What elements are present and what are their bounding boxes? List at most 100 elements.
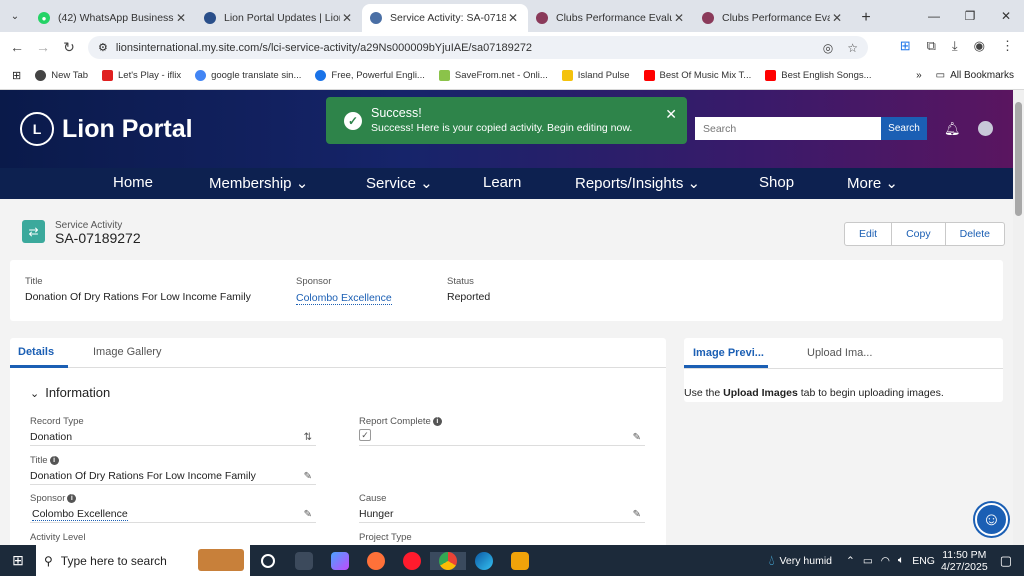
clock-time: 11:50 PM bbox=[942, 548, 987, 561]
pencil-icon[interactable]: ✎ bbox=[304, 471, 312, 482]
close-icon[interactable]: ✕ bbox=[506, 11, 520, 25]
sponsor-link[interactable]: Colombo Excellence bbox=[32, 508, 128, 521]
bookmark-label: SaveFrom.net - Onli... bbox=[454, 70, 548, 81]
weather-text[interactable]: Very humid bbox=[779, 555, 832, 567]
wifi-icon[interactable]: ◠ bbox=[881, 555, 890, 567]
sponsor-link[interactable]: Colombo Excellence bbox=[296, 292, 392, 305]
translate-icon[interactable]: ⊞ bbox=[900, 38, 911, 54]
bookmark-item[interactable]: Free, Powerful Engli... bbox=[315, 70, 425, 81]
windows-start-icon[interactable]: ⊞ bbox=[0, 552, 36, 569]
close-window-icon[interactable]: ✕ bbox=[988, 0, 1024, 32]
restore-icon[interactable]: ❐ bbox=[952, 0, 988, 32]
info-icon[interactable]: i bbox=[432, 417, 442, 426]
download-icon[interactable]: ⤓ bbox=[952, 38, 958, 54]
nav-shop[interactable]: Shop bbox=[759, 174, 794, 191]
eye-off-icon[interactable]: ◎ bbox=[823, 41, 833, 55]
reload-icon[interactable]: ↻ bbox=[56, 39, 82, 56]
field-label: Cause bbox=[359, 493, 387, 504]
tab-image-gallery[interactable]: Image Gallery bbox=[93, 346, 161, 358]
change-record-type-icon[interactable]: ⇅ bbox=[304, 432, 312, 443]
taskbar-search[interactable]: ⚲ Type here to search bbox=[36, 545, 250, 576]
pencil-icon[interactable]: ✎ bbox=[633, 509, 641, 520]
forward-icon[interactable]: → bbox=[30, 39, 56, 55]
edit-button[interactable]: Edit bbox=[845, 223, 893, 245]
nav-service[interactable]: Service ⌄ bbox=[366, 174, 433, 192]
nav-more[interactable]: More ⌄ bbox=[847, 174, 898, 192]
copy-button[interactable]: Copy bbox=[892, 223, 946, 245]
nav-home[interactable]: Home bbox=[113, 174, 153, 191]
menu-icon[interactable]: ⋮ bbox=[1001, 38, 1014, 54]
close-icon[interactable]: ✕ bbox=[830, 11, 844, 25]
clock[interactable]: 11:50 PM 4/27/2025 bbox=[941, 549, 988, 573]
browser-tab[interactable]: Clubs Performance Evaluatio✕ bbox=[694, 4, 852, 32]
search-input[interactable] bbox=[695, 117, 881, 140]
tab-image-preview[interactable]: Image Previ... bbox=[693, 347, 764, 359]
portal-logo[interactable]: L Lion Portal bbox=[20, 112, 193, 146]
success-check-icon: ✓ bbox=[344, 112, 362, 130]
extensions-icon[interactable]: ⧉ bbox=[927, 38, 936, 54]
site-icon bbox=[315, 70, 327, 81]
accessibility-icon[interactable]: ☺ bbox=[975, 503, 1008, 536]
store-icon[interactable] bbox=[502, 551, 538, 570]
info-icon[interactable]: i bbox=[49, 456, 59, 465]
tray-arrow-icon[interactable]: ⌃ bbox=[846, 555, 855, 567]
nav-learn[interactable]: Learn bbox=[483, 174, 521, 191]
search-button[interactable]: Search bbox=[881, 117, 927, 140]
more-bookmarks-icon[interactable]: » bbox=[916, 70, 922, 81]
site-info-icon[interactable]: ⚙ bbox=[98, 41, 108, 54]
copilot-icon[interactable] bbox=[322, 551, 358, 570]
browser-tab[interactable]: Clubs Performance Evaluatio✕ bbox=[528, 4, 694, 32]
minimize-icon[interactable]: — bbox=[916, 0, 952, 32]
tab-details[interactable]: Details bbox=[18, 346, 54, 358]
chrome-icon[interactable] bbox=[430, 551, 466, 570]
network-icon[interactable]: ▭ bbox=[863, 555, 873, 567]
tab-upload-images[interactable]: Upload Ima... bbox=[807, 347, 872, 359]
firefox-icon[interactable] bbox=[358, 551, 394, 570]
user-avatar[interactable] bbox=[978, 121, 993, 136]
section-header[interactable]: ⌄ Information bbox=[30, 385, 110, 400]
browser-tab[interactable]: ● (42) WhatsApp Business ✕ bbox=[30, 4, 196, 32]
edge-icon[interactable] bbox=[466, 551, 502, 570]
task-view-icon[interactable] bbox=[250, 553, 286, 568]
bookmark-item[interactable]: SaveFrom.net - Onli... bbox=[438, 70, 548, 81]
nav-reports-insights[interactable]: Reports/Insights ⌄ bbox=[575, 174, 700, 192]
url-field[interactable]: ⚙ lionsinternational.my.site.com/s/lci-s… bbox=[88, 36, 868, 59]
bookmark-item[interactable]: google translate sin... bbox=[195, 70, 301, 81]
star-icon[interactable]: ☆ bbox=[847, 41, 858, 55]
browser-tab-active[interactable]: Service Activity: SA-071892✕ bbox=[362, 4, 528, 32]
bookmark-item[interactable]: Island Pulse bbox=[561, 70, 630, 81]
bookmark-item[interactable]: New Tab bbox=[35, 70, 88, 81]
back-icon[interactable]: ← bbox=[4, 39, 30, 55]
nav-membership[interactable]: Membership ⌄ bbox=[209, 174, 308, 192]
notifications-icon[interactable]: ▢ bbox=[1000, 553, 1012, 569]
close-icon[interactable]: ✕ bbox=[665, 106, 677, 123]
language-indicator[interactable]: ENG bbox=[912, 555, 935, 567]
scrollbar-thumb[interactable] bbox=[1015, 102, 1022, 216]
browser-tab[interactable]: Lion Portal Updates | Lions C✕ bbox=[196, 4, 362, 32]
youtube-icon bbox=[765, 70, 777, 81]
opera-icon[interactable] bbox=[394, 551, 430, 570]
bookmark-item[interactable]: Best Of Music Mix T... bbox=[643, 70, 751, 81]
pencil-icon[interactable]: ✎ bbox=[304, 509, 312, 520]
info-icon[interactable]: i bbox=[67, 494, 77, 503]
tab-search-chevron-icon[interactable]: ⌄ bbox=[0, 0, 30, 32]
close-icon[interactable]: ✕ bbox=[340, 11, 354, 25]
sponsor-field: Sponsor i Colombo Excellence ✎ bbox=[30, 493, 316, 523]
close-icon[interactable]: ✕ bbox=[174, 11, 188, 25]
close-icon[interactable]: ✕ bbox=[672, 11, 686, 25]
profile-avatar[interactable]: ◉ bbox=[974, 38, 985, 54]
volume-icon[interactable]: 🔈︎ bbox=[898, 554, 904, 567]
bookmarks-bar: ⊞ New Tab Let's Play - iflix google tran… bbox=[0, 62, 1024, 90]
bookmark-item[interactable]: Best English Songs... bbox=[765, 70, 872, 81]
widgets-icon[interactable] bbox=[286, 551, 322, 570]
delete-button[interactable]: Delete bbox=[946, 223, 1004, 245]
field-label: Activity Level bbox=[30, 532, 86, 543]
apps-icon[interactable]: ⊞ bbox=[12, 69, 21, 82]
page-scrollbar[interactable] bbox=[1013, 90, 1024, 545]
pencil-icon[interactable]: ✎ bbox=[633, 432, 641, 443]
new-tab-button[interactable]: + bbox=[852, 4, 880, 32]
bell-icon[interactable]: 🔔︎ bbox=[944, 121, 961, 137]
report-complete-checkbox[interactable]: ✓ bbox=[359, 429, 371, 441]
bookmark-item[interactable]: Let's Play - iflix bbox=[102, 70, 181, 81]
all-bookmarks[interactable]: ▭ All Bookmarks bbox=[936, 70, 1014, 81]
